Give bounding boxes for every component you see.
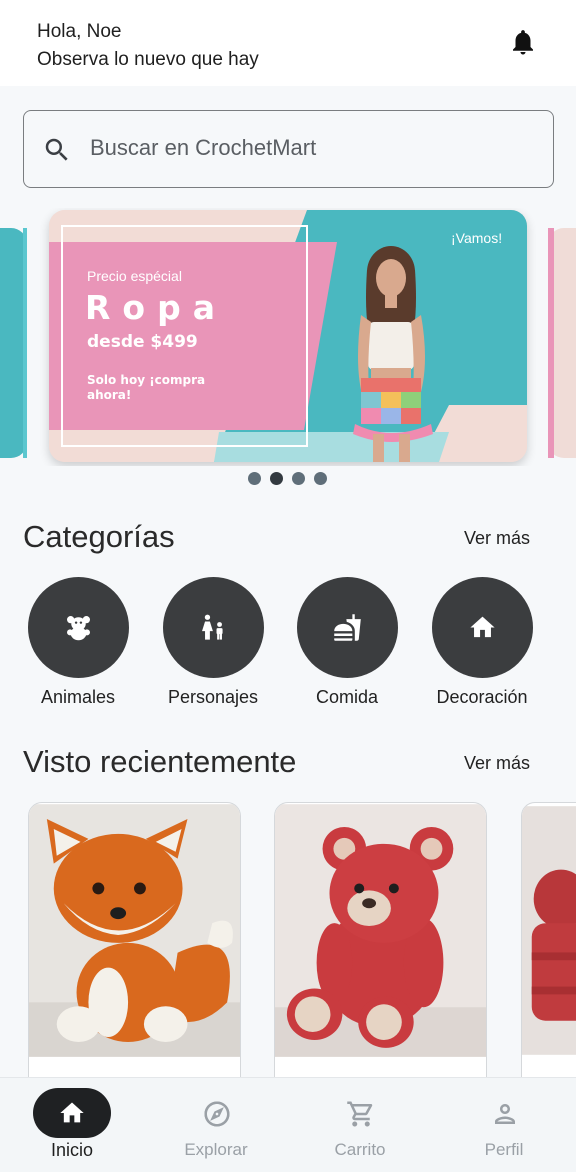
nav-label: Perfil [484, 1140, 524, 1159]
category-personajes[interactable]: Personajes [153, 577, 273, 708]
nav-perfil[interactable]: Perfil [449, 1088, 559, 1160]
carousel-dot[interactable] [292, 472, 305, 485]
family-icon [201, 614, 223, 640]
category-label: Personajes [167, 687, 259, 707]
banner-cta: Solo hoy ¡compra ahora! [87, 373, 206, 402]
promo-banner[interactable]: Precio espécial Ropa desde $499 Solo hoy… [49, 210, 527, 462]
carousel-dot[interactable] [248, 472, 261, 485]
next-slide-peek[interactable] [548, 228, 576, 458]
category-label: Animales [40, 687, 116, 707]
home-icon [469, 616, 495, 638]
bell-icon[interactable] [508, 26, 538, 58]
category-decoracion[interactable]: Decoración [422, 577, 542, 708]
promo-carousel[interactable]: Precio espécial Ropa desde $499 Solo hoy… [0, 208, 576, 466]
bottom-navigation: Inicio Explorar Carrito Perfil [0, 1077, 576, 1172]
categories-title: Categorías [23, 519, 175, 554]
greeting-text: Hola, Noe [37, 21, 122, 42]
category-circle[interactable] [431, 577, 533, 678]
compass-icon [204, 1101, 230, 1127]
banner-tag: ¡Vamos! [451, 230, 503, 246]
category-circle[interactable] [162, 577, 264, 678]
cart-icon [347, 1101, 373, 1127]
category-circle[interactable] [27, 577, 129, 678]
category-label: Comida [315, 687, 379, 707]
nav-explorar[interactable]: Explorar [161, 1088, 271, 1160]
nav-label: Inicio [50, 1140, 94, 1160]
nav-inicio[interactable]: Inicio [17, 1088, 127, 1161]
crochet-fox-image [29, 804, 240, 1057]
category-animales[interactable]: Animales [18, 577, 138, 708]
greeting-block: Hola, Noe Observa lo nuevo que hay [37, 18, 259, 74]
app-header: Hola, Noe Observa lo nuevo que hay [0, 0, 576, 86]
person-icon [495, 1104, 515, 1124]
banner-special-label: Precio espécial [87, 268, 182, 284]
banner-headline: Ropa [85, 288, 227, 327]
greeting-subtitle: Observa lo nuevo que hay [37, 49, 259, 70]
search-placeholder: Buscar en CrochetMart [90, 135, 317, 160]
nav-label: Explorar [184, 1140, 248, 1159]
carousel-dot-active[interactable] [270, 472, 283, 485]
carousel-dot[interactable] [314, 472, 327, 485]
nav-label: Carrito [334, 1140, 386, 1159]
category-circle[interactable] [296, 577, 398, 678]
previous-slide-peek[interactable] [0, 228, 27, 458]
categories-more-link[interactable]: Ver más [464, 528, 530, 549]
home-icon [60, 1102, 84, 1123]
teddy-bear-icon [66, 616, 90, 641]
crochet-red-item-image [522, 806, 576, 1055]
search-field[interactable]: Buscar en CrochetMart [23, 110, 554, 188]
nav-active-indicator[interactable] [33, 1088, 111, 1138]
recent-more-link[interactable]: Ver más [464, 753, 530, 774]
banner-price: desde $499 [87, 332, 198, 352]
fastfood-icon [333, 614, 361, 641]
crochet-red-bear-image [275, 804, 486, 1057]
recent-title: Visto recientemente [23, 744, 297, 779]
product-card[interactable] [28, 802, 241, 1102]
nav-carrito[interactable]: Carrito [305, 1088, 415, 1160]
category-comida[interactable]: Comida [287, 577, 407, 708]
product-card[interactable] [274, 802, 487, 1102]
category-label: Decoración [436, 687, 528, 707]
search-icon [45, 138, 68, 161]
product-card[interactable] [521, 802, 576, 1102]
